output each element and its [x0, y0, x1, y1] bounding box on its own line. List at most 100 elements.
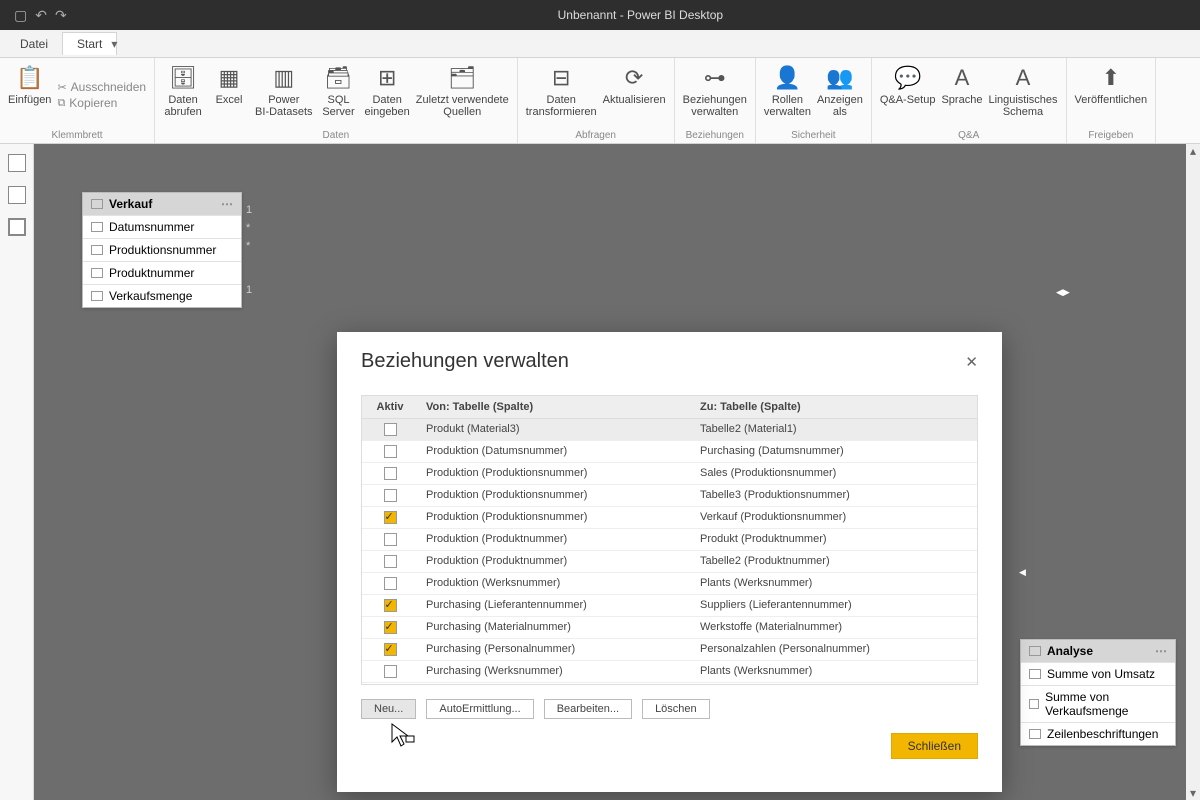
to-cell: Tabelle2 (Produktnummer) — [692, 551, 977, 572]
sql-server-button[interactable]: 🗃SQL Server — [319, 62, 359, 128]
relationship-arrow-icon[interactable]: ◀ — [1019, 567, 1037, 579]
field-row[interactable]: Summe von Umsatz — [1021, 662, 1175, 685]
from-cell: Produktion (Werksnummer) — [418, 573, 692, 594]
vertical-scrollbar[interactable]: ▴ ▾ — [1186, 144, 1200, 800]
recent-sources-button[interactable]: 🗂Zuletzt verwendete Quellen — [416, 62, 509, 128]
report-view-icon[interactable] — [8, 154, 26, 172]
cardinality-many: * — [246, 222, 250, 234]
active-checkbox[interactable] — [384, 577, 397, 590]
to-cell: Produkt (Produktnummer) — [692, 529, 977, 550]
active-checkbox[interactable] — [384, 665, 397, 678]
from-cell: Purchasing (Werksnummer) — [418, 661, 692, 682]
ribbon: 📋Einfügen ✂ Ausschneiden ⧉ Kopieren Klem… — [0, 58, 1200, 144]
more-icon[interactable]: ⋯ — [221, 197, 233, 211]
close-icon[interactable]: ✕ — [965, 353, 978, 371]
relationship-arrow-icon[interactable]: ◀▶ — [1056, 287, 1074, 299]
table-title: Verkauf — [109, 197, 152, 211]
get-data-button[interactable]: 🗄Daten abrufen — [163, 62, 203, 128]
close-button[interactable]: Schließen — [891, 733, 978, 759]
table-icon — [1029, 646, 1041, 656]
transform-data-button[interactable]: ⊟Daten transformieren — [526, 62, 597, 128]
save-icon[interactable]: ▢ — [14, 7, 27, 24]
table-row[interactable]: Produktion (Datumsnummer)Purchasing (Dat… — [362, 441, 977, 463]
table-row[interactable]: Purchasing (Lieferantennummer)Suppliers … — [362, 595, 977, 617]
to-cell: Sales (Produktionsnummer) — [692, 463, 977, 484]
active-checkbox[interactable] — [384, 621, 397, 634]
table-row[interactable]: Produktion (Produktnummer)Produkt (Produ… — [362, 529, 977, 551]
view-as-button[interactable]: 👥Anzeigen als — [817, 62, 863, 128]
field-row[interactable]: Verkaufsmenge — [83, 284, 241, 307]
table-row[interactable]: Produktion (Produktionsnummer)Sales (Pro… — [362, 463, 977, 485]
active-checkbox[interactable] — [384, 423, 397, 436]
scroll-down-icon: ▾ — [1190, 786, 1196, 800]
manage-relationships-button[interactable]: ⊶Beziehungen verwalten — [683, 62, 747, 128]
view-switcher — [0, 144, 34, 800]
table-row[interactable]: Purchasing (Materialnummer)Werkstoffe (M… — [362, 617, 977, 639]
model-canvas[interactable]: Verkauf⋯ Datumsnummer Produktionsnummer … — [34, 144, 1186, 800]
from-cell: Produktion (Produktionsnummer) — [418, 463, 692, 484]
from-cell: Produktion (Datumsnummer) — [418, 441, 692, 462]
table-card-analyse[interactable]: Analyse⋯ Summe von Umsatz Summe von Verk… — [1020, 639, 1176, 746]
model-view-icon[interactable] — [8, 218, 26, 236]
menu-file[interactable]: Datei — [6, 33, 62, 55]
undo-icon[interactable]: ↶ — [35, 7, 47, 24]
redo-icon[interactable]: ↷ — [55, 7, 67, 24]
linguistic-schema-button[interactable]: ALinguistisches Schema — [988, 62, 1057, 128]
to-cell: Tabelle2 (Material1) — [692, 419, 977, 440]
table-row[interactable]: Produktion (Produktionsnummer)Tabelle3 (… — [362, 485, 977, 507]
table-row[interactable]: Produktion (Produktnummer)Tabelle2 (Prod… — [362, 551, 977, 573]
active-checkbox[interactable] — [384, 489, 397, 502]
autodetect-button[interactable]: AutoErmittlung... — [426, 699, 533, 719]
dialog-title: Beziehungen verwalten — [361, 350, 569, 373]
active-checkbox[interactable] — [384, 445, 397, 458]
table-card-verkauf[interactable]: Verkauf⋯ Datumsnummer Produktionsnummer … — [82, 192, 242, 308]
excel-button[interactable]: ▦Excel — [209, 62, 249, 128]
table-row[interactable]: Produktion (Werksnummer)Plants (Werksnum… — [362, 573, 977, 595]
table-row[interactable]: Purchasing (Werksnummer)Plants (Werksnum… — [362, 661, 977, 683]
cardinality-many: * — [246, 240, 250, 252]
qa-setup-button[interactable]: 💬Q&A-Setup — [880, 62, 936, 128]
from-cell: Purchasing (Materialnummer) — [418, 617, 692, 638]
to-cell: Plants (Werksnummer) — [692, 573, 977, 594]
publish-button[interactable]: ⬆Veröffentlichen — [1075, 62, 1148, 128]
col-from: Von: Tabelle (Spalte) — [418, 396, 692, 418]
pbi-datasets-button[interactable]: ▥Power BI-Datasets — [255, 62, 312, 128]
refresh-button[interactable]: ⟳Aktualisieren — [603, 62, 666, 128]
enter-data-button[interactable]: ⊞Daten eingeben — [365, 62, 410, 128]
new-button[interactable]: Neu... — [361, 699, 416, 719]
paste-button[interactable]: 📋Einfügen — [8, 62, 51, 128]
to-cell: Tabelle3 (Produktionsnummer) — [692, 485, 977, 506]
manage-relationships-dialog: Beziehungen verwalten ✕ Aktiv Von: Tabel… — [337, 332, 1002, 792]
active-checkbox[interactable] — [384, 599, 397, 612]
field-row[interactable]: Zeilenbeschriftungen — [1021, 722, 1175, 745]
language-button[interactable]: ASprache — [941, 62, 982, 128]
from-cell: Produkt (Material3) — [418, 419, 692, 440]
from-cell: Produktion (Produktionsnummer) — [418, 507, 692, 528]
field-row[interactable]: Produktnummer — [83, 261, 241, 284]
data-view-icon[interactable] — [8, 186, 26, 204]
active-checkbox[interactable] — [384, 467, 397, 480]
table-row[interactable]: Produkt (Material3)Tabelle2 (Material1) — [362, 419, 977, 441]
table-row[interactable]: Purchasing (Personalnummer)Personalzahle… — [362, 639, 977, 661]
to-cell: Personalzahlen (Personalnummer) — [692, 639, 977, 660]
edit-button[interactable]: Bearbeiten... — [544, 699, 632, 719]
field-row[interactable]: Produktionsnummer — [83, 238, 241, 261]
chevron-down-icon[interactable]: ▾ — [111, 37, 117, 51]
active-checkbox[interactable] — [384, 533, 397, 546]
to-cell: Werkstoffe (Materialnummer) — [692, 617, 977, 638]
copy-button[interactable]: ⧉ Kopieren — [57, 96, 146, 110]
active-checkbox[interactable] — [384, 555, 397, 568]
active-checkbox[interactable] — [384, 643, 397, 656]
to-cell: Purchasing (Datumsnummer) — [692, 441, 977, 462]
manage-roles-button[interactable]: 👤Rollen verwalten — [764, 62, 811, 128]
more-icon[interactable]: ⋯ — [1155, 644, 1167, 658]
to-cell: Plants (Werksnummer) — [692, 661, 977, 682]
from-cell: Produktion (Produktnummer) — [418, 551, 692, 572]
menu-home[interactable]: Start — [62, 32, 117, 55]
table-row[interactable]: Produktion (Produktionsnummer)Verkauf (P… — [362, 507, 977, 529]
active-checkbox[interactable] — [384, 511, 397, 524]
delete-button[interactable]: Löschen — [642, 699, 710, 719]
cut-button[interactable]: ✂ Ausschneiden — [57, 80, 146, 94]
field-row[interactable]: Datumsnummer — [83, 215, 241, 238]
field-row[interactable]: Summe von Verkaufsmenge — [1021, 685, 1175, 722]
